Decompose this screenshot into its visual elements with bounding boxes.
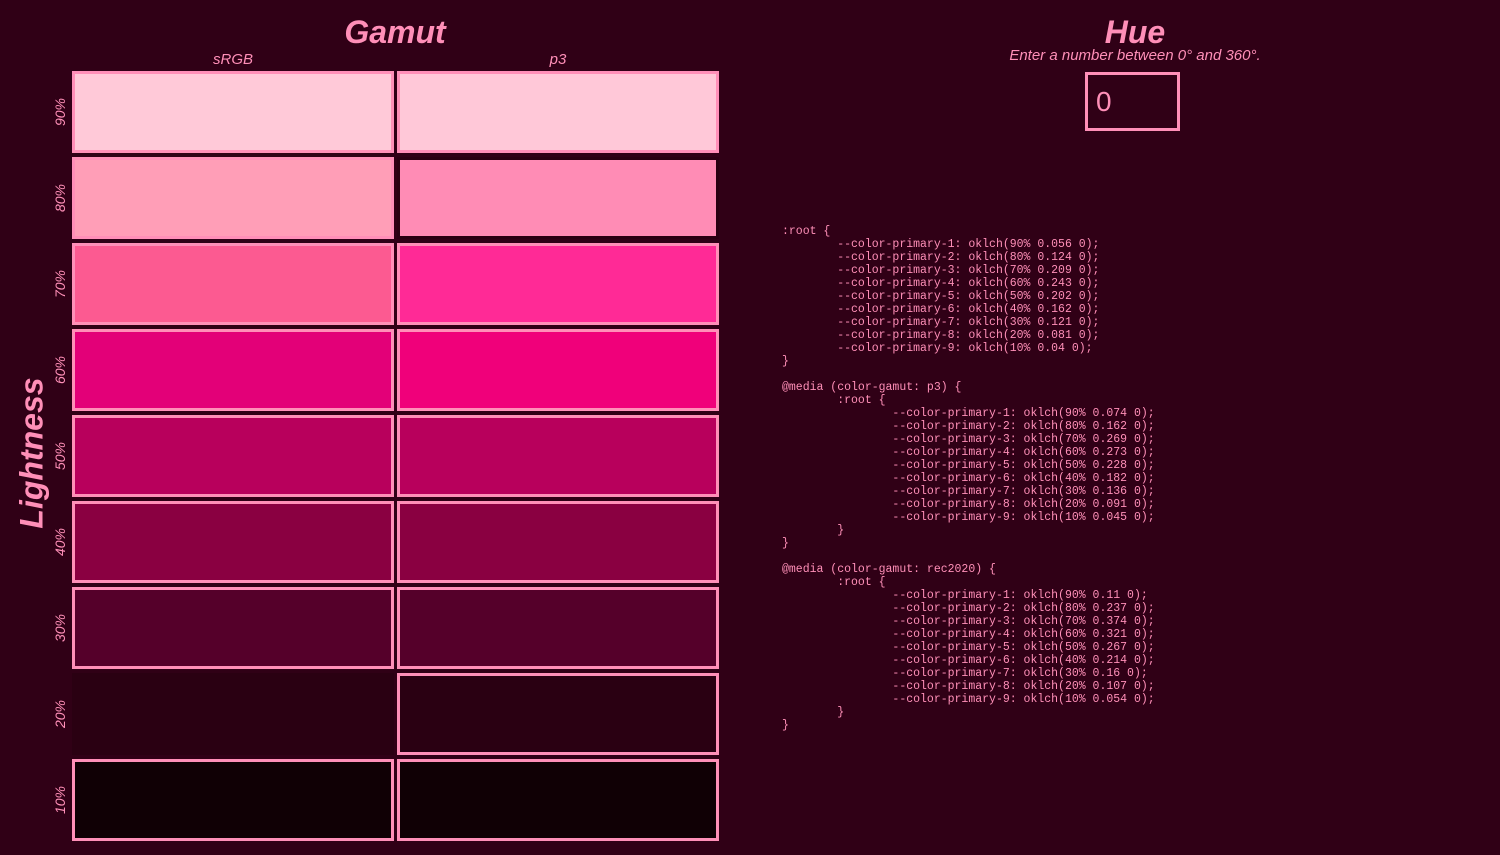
swatch-srgb-3[interactable] <box>72 243 394 325</box>
lightness-row-label: 80% <box>52 183 68 213</box>
swatch-p3-2[interactable] <box>397 157 719 239</box>
gamut-title: Gamut <box>344 14 446 50</box>
swatch-srgb-2[interactable] <box>72 157 394 239</box>
lightness-row-label: 30% <box>52 613 68 643</box>
lightness-row-label: 60% <box>52 355 68 385</box>
lightness-row-label: 40% <box>52 527 68 557</box>
swatch-p3-3[interactable] <box>397 243 719 325</box>
swatch-srgb-6[interactable] <box>72 501 394 583</box>
lightness-row-label: 90% <box>52 97 68 127</box>
swatch-p3-1[interactable] <box>397 71 719 153</box>
swatch-p3-4[interactable] <box>397 329 719 411</box>
hue-input[interactable] <box>1085 72 1180 131</box>
swatch-srgb-8[interactable] <box>72 673 394 755</box>
swatch-p3-7[interactable] <box>397 587 719 669</box>
hue-hint: Enter a number between 0° and 360°. <box>1009 47 1261 64</box>
swatch-p3-6[interactable] <box>397 501 719 583</box>
css-output: :root { --color-primary-1: oklch(90% 0.0… <box>782 225 1155 732</box>
swatch-p3-9[interactable] <box>397 759 719 841</box>
lightness-row-label: 70% <box>52 269 68 299</box>
column-label-p3: p3 <box>549 51 567 68</box>
swatch-srgb-4[interactable] <box>72 329 394 411</box>
swatch-p3-8[interactable] <box>397 673 719 755</box>
swatch-srgb-1[interactable] <box>72 71 394 153</box>
swatch-srgb-7[interactable] <box>72 587 394 669</box>
swatch-p3-5[interactable] <box>397 415 719 497</box>
lightness-row-label: 20% <box>52 699 68 729</box>
swatch-srgb-5[interactable] <box>72 415 394 497</box>
lightness-row-label: 10% <box>52 785 68 815</box>
column-label-srgb: sRGB <box>212 51 253 68</box>
swatch-grid <box>72 71 719 841</box>
lightness-title: Lightness <box>13 377 50 529</box>
lightness-row-label: 50% <box>52 441 68 471</box>
swatch-srgb-9[interactable] <box>72 759 394 841</box>
